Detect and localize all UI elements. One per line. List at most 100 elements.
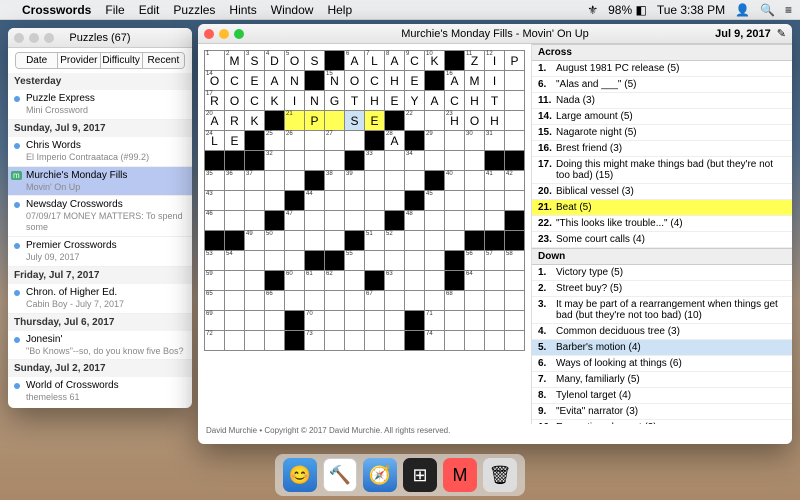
clue-item[interactable]: 9."Evita" narrator (3) xyxy=(532,404,792,420)
grid-cell[interactable]: 24L xyxy=(205,131,225,151)
grid-cell[interactable] xyxy=(305,231,325,251)
grid-cell[interactable]: 15N xyxy=(325,71,345,91)
grid-cell[interactable]: H xyxy=(465,91,485,111)
wifi-icon[interactable]: ⚜ xyxy=(587,3,598,17)
grid-cell[interactable]: 52 xyxy=(385,231,405,251)
grid-cell[interactable] xyxy=(265,171,285,191)
grid-cell[interactable] xyxy=(385,311,405,331)
grid-cell[interactable] xyxy=(245,291,265,311)
grid-cell[interactable] xyxy=(285,171,305,191)
grid-cell[interactable] xyxy=(305,131,325,151)
grid-cell[interactable]: O xyxy=(345,71,365,91)
grid-cell[interactable] xyxy=(285,151,305,171)
grid-cell[interactable]: 14O xyxy=(205,71,225,91)
grid-cell[interactable] xyxy=(425,231,445,251)
grid-cell[interactable]: 38 xyxy=(325,171,345,191)
clue-item[interactable]: 16.Brest friend (3) xyxy=(532,141,792,157)
grid-cell[interactable]: 45 xyxy=(425,191,445,211)
grid-cell[interactable] xyxy=(225,191,245,211)
grid-cell[interactable]: 47 xyxy=(285,211,305,231)
grid-cell[interactable] xyxy=(385,291,405,311)
puzzle-list-item[interactable]: Newsday Crosswords07/09/17 MONEY MATTERS… xyxy=(8,196,192,237)
grid-cell[interactable]: T xyxy=(345,91,365,111)
clue-item[interactable]: 8.Tylenol target (4) xyxy=(532,388,792,404)
file-menu[interactable]: File xyxy=(105,3,124,17)
grid-cell[interactable]: 54 xyxy=(225,251,245,271)
grid-cell[interactable] xyxy=(425,151,445,171)
grid-cell[interactable] xyxy=(325,211,345,231)
grid-cell[interactable] xyxy=(445,211,465,231)
dock-xcode-icon[interactable]: 🔨 xyxy=(323,458,357,492)
clue-item[interactable]: 20.Biblical vessel (3) xyxy=(532,184,792,200)
notification-icon[interactable]: ≡ xyxy=(785,3,792,17)
grid-cell[interactable]: 63 xyxy=(385,271,405,291)
grid-cell[interactable]: P xyxy=(505,51,525,71)
grid-cell[interactable]: 55 xyxy=(345,251,365,271)
grid-cell[interactable]: C xyxy=(245,91,265,111)
grid-cell[interactable]: 71 xyxy=(425,311,445,331)
grid-cell[interactable] xyxy=(285,231,305,251)
puzzle-list-item[interactable]: Jonesin'"Bo Knows"--so, do you know five… xyxy=(8,331,192,361)
grid-cell[interactable] xyxy=(245,311,265,331)
clue-item[interactable]: 23.Some court calls (4) xyxy=(532,232,792,248)
grid-cell[interactable] xyxy=(305,291,325,311)
grid-cell[interactable] xyxy=(325,111,345,131)
clue-item[interactable]: 5.Barber's motion (4) xyxy=(532,340,792,356)
grid-cell[interactable]: 50 xyxy=(265,231,285,251)
grid-cell[interactable] xyxy=(485,291,505,311)
grid-cell[interactable] xyxy=(245,211,265,231)
grid-cell[interactable] xyxy=(385,251,405,271)
grid-cell[interactable]: 69 xyxy=(205,311,225,331)
grid-cell[interactable]: 70 xyxy=(305,311,325,331)
grid-cell[interactable] xyxy=(325,151,345,171)
grid-cell[interactable] xyxy=(365,331,385,351)
grid-cell[interactable] xyxy=(245,331,265,351)
grid-cell[interactable] xyxy=(345,191,365,211)
grid-cell[interactable] xyxy=(465,171,485,191)
grid-cell[interactable] xyxy=(265,311,285,331)
grid-cell[interactable] xyxy=(265,191,285,211)
grid-cell[interactable] xyxy=(465,191,485,211)
grid-cell[interactable]: 20A xyxy=(205,111,225,131)
tab-provider[interactable]: Provider xyxy=(58,53,100,68)
grid-cell[interactable]: 44 xyxy=(305,191,325,211)
grid-cell[interactable] xyxy=(465,311,485,331)
grid-cell[interactable]: I xyxy=(485,71,505,91)
grid-cell[interactable] xyxy=(245,251,265,271)
clock[interactable]: Tue 3:38 PM xyxy=(657,3,725,17)
puzzle-list-item[interactable]: Chron. of Higher Ed.Cabin Boy - July 7, … xyxy=(8,284,192,314)
clue-item[interactable]: 6.Ways of looking at things (6) xyxy=(532,356,792,372)
sidebar-titlebar[interactable]: Puzzles (67) xyxy=(8,28,192,48)
grid-cell[interactable]: 62 xyxy=(325,271,345,291)
grid-cell[interactable] xyxy=(405,171,425,191)
grid-cell[interactable]: 40 xyxy=(445,171,465,191)
grid-cell[interactable] xyxy=(485,311,505,331)
grid-cell[interactable]: 56 xyxy=(465,251,485,271)
grid-cell[interactable]: 34 xyxy=(405,151,425,171)
clue-item[interactable]: 15.Nagarote night (5) xyxy=(532,125,792,141)
grid-cell[interactable] xyxy=(505,291,525,311)
clue-list[interactable]: Across1.August 1981 PC release (5)6."Ala… xyxy=(531,44,792,424)
grid-cell[interactable] xyxy=(345,271,365,291)
grid-cell[interactable] xyxy=(225,311,245,331)
grid-cell[interactable] xyxy=(385,171,405,191)
grid-cell[interactable] xyxy=(245,271,265,291)
puzzle-list-item[interactable]: Chris WordsEl Imperio Contraataca (#99.2… xyxy=(8,137,192,167)
grid-cell[interactable]: 46 xyxy=(205,211,225,231)
grid-cell[interactable]: N xyxy=(305,91,325,111)
grid-cell[interactable] xyxy=(365,191,385,211)
grid-cell[interactable]: 12I xyxy=(485,51,505,71)
edit-menu[interactable]: Edit xyxy=(139,3,160,17)
window-menu[interactable]: Window xyxy=(271,3,314,17)
grid-cell[interactable] xyxy=(505,331,525,351)
clue-item[interactable]: 7.Many, familiarly (5) xyxy=(532,372,792,388)
grid-cell[interactable]: 36 xyxy=(225,171,245,191)
grid-cell[interactable]: A xyxy=(265,71,285,91)
grid-cell[interactable] xyxy=(325,311,345,331)
grid-cell[interactable]: 67 xyxy=(365,291,385,311)
grid-cell[interactable] xyxy=(465,211,485,231)
grid-cell[interactable]: 59 xyxy=(205,271,225,291)
grid-cell[interactable] xyxy=(345,211,365,231)
puzzle-list-item[interactable]: Premier CrosswordsJuly 09, 2017 xyxy=(8,237,192,267)
grid-cell[interactable] xyxy=(485,191,505,211)
